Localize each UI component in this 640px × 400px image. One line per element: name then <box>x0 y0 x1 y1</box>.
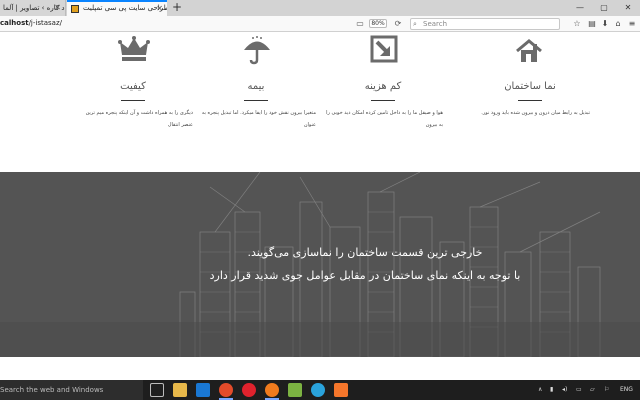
tab-label: طراحی سایت پی سی تمپلیت <box>83 4 167 12</box>
taskbar-search-box[interactable]: Search the web and Windows <box>0 380 143 400</box>
file-explorer-icon[interactable] <box>173 383 187 397</box>
banner-subheading: با توجه به اینکه نمای ساختمان در مقابل ع… <box>209 269 521 282</box>
browser-tab-bar: ایجاد کاره › تصاویر | آلما ✕ طراحی سایت … <box>0 0 640 16</box>
title-divider <box>244 100 268 101</box>
tray-chat-icon[interactable]: ▱ <box>590 380 595 400</box>
tray-network-icon[interactable]: ▮ <box>550 380 553 400</box>
shrink-arrow-icon <box>370 35 398 63</box>
task-view-icon[interactable] <box>150 383 164 397</box>
close-tab-icon[interactable]: ✕ <box>54 0 61 16</box>
browser-nav-bar: calhost/j-istasaz/ ▭ 80% ⟳ ⌕ Search ☆ ▤ … <box>0 16 640 32</box>
facade-banner: خارجی ترین قسمت ساختمان را نماسازی می‌گو… <box>0 172 640 357</box>
house-icon <box>516 39 542 62</box>
title-divider <box>518 100 542 101</box>
xampp-icon[interactable] <box>334 383 348 397</box>
search-icon: ⌕ <box>413 20 417 28</box>
favicon-icon <box>71 5 79 13</box>
windows-taskbar: Search the web and Windows ∧ ▮ ◂) ▭ ▱ ⚐ … <box>0 380 640 400</box>
close-tab-icon[interactable]: ✕ <box>156 2 163 15</box>
tray-flag-icon[interactable]: ⚐ <box>604 380 609 400</box>
title-divider <box>121 100 145 101</box>
star-icon[interactable]: ☆ <box>572 18 582 29</box>
url-host: calhost <box>0 19 29 27</box>
features-section: نما ساختمان تبدیل به رابط میان درون و بی… <box>0 33 640 172</box>
close-window-button[interactable]: ✕ <box>616 0 640 16</box>
taskbar-search-text: Search the web and Windows <box>0 386 104 394</box>
banner-heading: خارجی ترین قسمت ساختمان را نماسازی می‌گو… <box>247 246 483 259</box>
crown-icon <box>118 36 150 61</box>
feature-description: متغیرا بیرون نقش خود را ایفا میکرد. اما … <box>201 110 316 128</box>
feature-description: هوا و صیقل ما را به داخل تامین کرده امکا… <box>326 110 443 128</box>
android-icon[interactable] <box>288 383 302 397</box>
search-input[interactable]: ⌕ Search <box>410 18 560 30</box>
tab-alma[interactable]: ایجاد کاره › تصاویر | آلما ✕ <box>0 0 66 16</box>
feature-title: بیمه <box>247 81 265 92</box>
opera-icon[interactable] <box>242 383 256 397</box>
clipboard-icon[interactable]: ▤ <box>587 18 597 29</box>
url-path: /j-istasaz/ <box>28 19 63 27</box>
language-indicator[interactable]: ENG <box>620 380 633 400</box>
maximize-button[interactable]: ▢ <box>592 0 616 16</box>
tray-battery-icon[interactable]: ▭ <box>576 380 582 400</box>
minimize-button[interactable]: — <box>568 0 592 16</box>
address-bar[interactable]: calhost/j-istasaz/ <box>0 16 408 31</box>
zoom-indicator[interactable]: 80% <box>369 19 387 28</box>
tray-volume-icon[interactable]: ◂) <box>562 380 567 400</box>
search-placeholder: Search <box>423 20 448 28</box>
feature-title: کیفیت <box>120 81 146 92</box>
page-below-banner <box>0 357 640 380</box>
feature-description: دیگری را به همراه داشت و آن اینکه پنجره … <box>85 110 193 128</box>
title-divider <box>371 100 395 101</box>
tray-up-arrow-icon[interactable]: ∧ <box>538 380 542 400</box>
page-action-icon[interactable]: ▭ <box>355 18 365 29</box>
feature-description: تبدیل به رابط میان درون و بیرون شده باید… <box>481 110 590 116</box>
umbrella-icon <box>244 36 270 65</box>
tab-pc-template[interactable]: طراحی سایت پی سی تمپلیت ✕ <box>67 0 167 16</box>
edge-icon[interactable] <box>196 383 210 397</box>
feature-title: نما ساختمان <box>504 81 556 92</box>
feature-title: کم هزینه <box>364 81 402 92</box>
menu-icon[interactable]: ≡ <box>627 18 637 29</box>
download-icon[interactable]: ⬇ <box>600 18 610 29</box>
home-icon[interactable]: ⌂ <box>613 18 623 29</box>
firefox-icon[interactable] <box>265 383 279 400</box>
telegram-icon[interactable] <box>311 383 325 397</box>
chrome-icon[interactable] <box>219 383 233 400</box>
new-tab-button[interactable]: + <box>170 0 184 16</box>
city-sketch-image <box>0 172 640 357</box>
reload-icon[interactable]: ⟳ <box>393 18 403 29</box>
